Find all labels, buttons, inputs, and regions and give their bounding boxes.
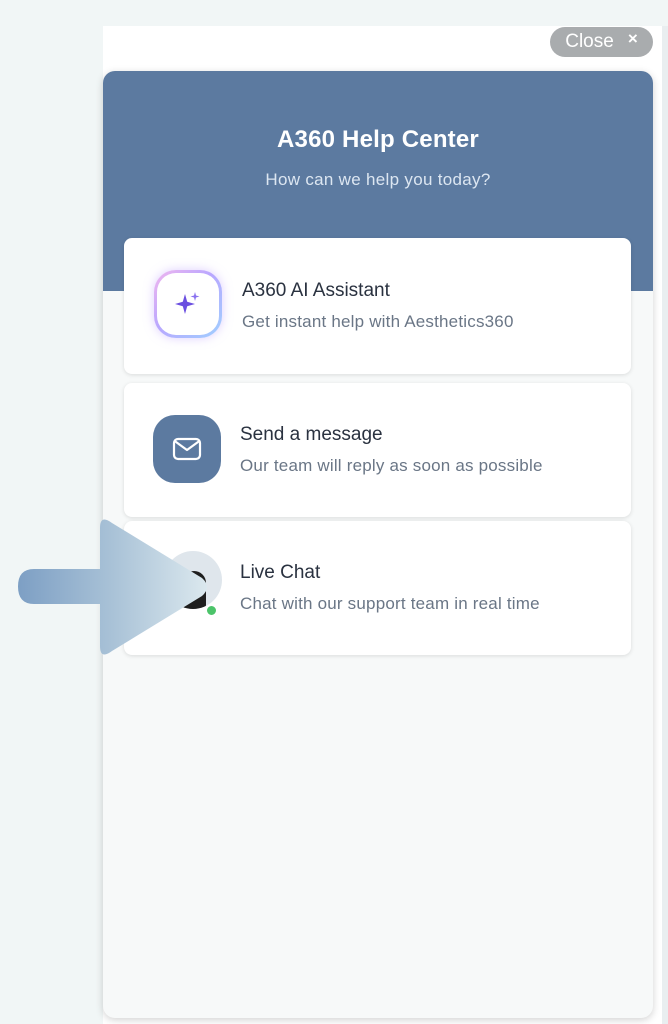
page: Close × A360 Help Center How can we help… xyxy=(0,0,668,1024)
option-description: Our team will reply as soon as possible xyxy=(240,456,543,475)
close-button-label: Close xyxy=(565,31,614,52)
close-button[interactable]: Close × xyxy=(550,27,653,57)
option-title: A360 AI Assistant xyxy=(242,280,390,301)
close-icon: × xyxy=(627,29,638,48)
sparkle-icon xyxy=(175,292,200,314)
send-message-card[interactable]: Send a message Our team will reply as so… xyxy=(124,383,631,517)
live-chat-card[interactable]: Live Chat Chat with our support team in … xyxy=(124,521,631,655)
ai-icon-frame xyxy=(154,270,222,338)
option-description: Chat with our support team in real time xyxy=(240,594,540,613)
ai-assistant-card[interactable]: A360 AI Assistant Get instant help with … xyxy=(124,238,631,374)
envelope-icon xyxy=(172,437,202,461)
option-title: Live Chat xyxy=(240,562,321,583)
agent-avatar xyxy=(164,551,222,609)
widget-title: A360 Help Center xyxy=(277,126,479,153)
option-description: Get instant help with Aesthetics360 xyxy=(242,312,514,331)
help-center-widget: A360 Help Center How can we help you tod… xyxy=(103,71,653,1018)
widget-subtitle: How can we help you today? xyxy=(265,170,491,189)
message-icon-frame xyxy=(153,415,221,483)
background-edge xyxy=(662,26,668,1024)
online-status-dot xyxy=(205,604,218,617)
option-title: Send a message xyxy=(240,424,383,445)
